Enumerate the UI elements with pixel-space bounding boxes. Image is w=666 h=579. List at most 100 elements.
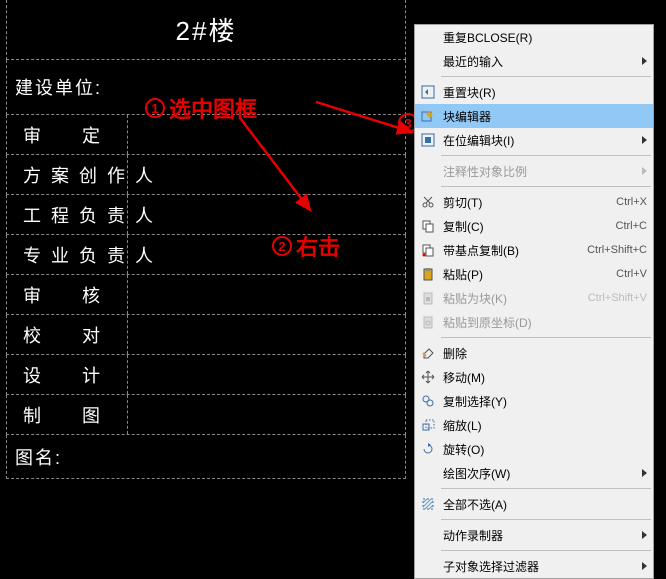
row-label-7: 制 图 bbox=[7, 402, 127, 428]
inplace-icon bbox=[419, 132, 437, 148]
menu-separator bbox=[441, 488, 651, 489]
chevron-right-icon bbox=[642, 562, 647, 570]
blank-icon bbox=[419, 53, 437, 69]
menu-item-label: 重复BCLOSE(R) bbox=[443, 29, 647, 46]
menu-item-label: 剪切(T) bbox=[443, 194, 606, 211]
pasteorig-icon bbox=[419, 314, 437, 330]
menu-item-label: 动作录制器 bbox=[443, 527, 636, 544]
pasteblock-icon bbox=[419, 290, 437, 306]
menu-item-1[interactable]: 最近的输入 bbox=[415, 49, 653, 73]
menu-item-label: 注释性对象比例 bbox=[443, 163, 636, 180]
chevron-right-icon bbox=[642, 57, 647, 65]
menu-item-18[interactable]: 复制选择(Y) bbox=[415, 389, 653, 413]
menu-item-shortcut: Ctrl+Shift+C bbox=[587, 244, 647, 256]
move-icon bbox=[419, 369, 437, 385]
annotation-2-text: 右击 bbox=[296, 230, 340, 262]
menu-item-12[interactable]: 粘贴(P) Ctrl+V bbox=[415, 262, 653, 286]
menu-item-label: 缩放(L) bbox=[443, 417, 647, 434]
menu-item-label: 复制选择(Y) bbox=[443, 393, 647, 410]
menu-item-21[interactable]: 绘图次序(W) bbox=[415, 461, 653, 485]
row-label-4: 审 核 bbox=[7, 282, 127, 308]
title-header: 2#楼 bbox=[6, 0, 406, 60]
menu-item-19[interactable]: 缩放(L) bbox=[415, 413, 653, 437]
badge-2: 2 bbox=[272, 236, 292, 256]
copysel-icon bbox=[419, 393, 437, 409]
row-label-6: 设 计 bbox=[7, 362, 127, 388]
paste-icon bbox=[419, 266, 437, 282]
drawing-title-block[interactable]: 2#楼 建设单位: 审 定 方案创作人 工程负责人 专业负责人 审 核 校 对 bbox=[6, 0, 406, 479]
row-label-1: 方案创作人 bbox=[7, 162, 127, 188]
blockedit-icon bbox=[419, 108, 437, 124]
menu-item-shortcut: Ctrl+V bbox=[616, 268, 647, 280]
menu-item-label: 子对象选择过滤器 bbox=[443, 558, 636, 575]
menu-item-label: 块编辑器 bbox=[443, 108, 647, 125]
menu-item-3[interactable]: 重置块(R) bbox=[415, 80, 653, 104]
menu-item-label: 旋转(O) bbox=[443, 441, 647, 458]
menu-item-9[interactable]: 剪切(T) Ctrl+X bbox=[415, 190, 653, 214]
menu-item-20[interactable]: 旋转(O) bbox=[415, 437, 653, 461]
erase-icon bbox=[419, 345, 437, 361]
cad-canvas[interactable]: 2#楼 建设单位: 审 定 方案创作人 工程负责人 专业负责人 审 核 校 对 bbox=[0, 0, 666, 500]
blank-icon bbox=[419, 558, 437, 574]
rotate-icon bbox=[419, 441, 437, 457]
menu-item-10[interactable]: 复制(C) Ctrl+C bbox=[415, 214, 653, 238]
scale-icon bbox=[419, 417, 437, 433]
menu-item-11[interactable]: 带基点复制(B) Ctrl+Shift+C bbox=[415, 238, 653, 262]
copy-icon bbox=[419, 218, 437, 234]
deselect-icon bbox=[419, 496, 437, 512]
row-label-3: 专业负责人 bbox=[7, 242, 127, 268]
chevron-right-icon bbox=[642, 136, 647, 144]
menu-item-label: 全部不选(A) bbox=[443, 496, 647, 513]
menu-item-13: 粘贴为块(K) Ctrl+Shift+V bbox=[415, 286, 653, 310]
menu-item-label: 移动(M) bbox=[443, 369, 647, 386]
menu-separator bbox=[441, 550, 651, 551]
menu-item-label: 粘贴到原坐标(D) bbox=[443, 314, 647, 331]
menu-item-25[interactable]: 动作录制器 bbox=[415, 523, 653, 547]
menu-separator bbox=[441, 337, 651, 338]
menu-item-4[interactable]: 块编辑器 bbox=[415, 104, 653, 128]
copybase-icon bbox=[419, 242, 437, 258]
annotation-1: 1 选中图框 bbox=[145, 92, 257, 124]
blank-icon bbox=[419, 465, 437, 481]
chevron-right-icon bbox=[642, 531, 647, 539]
blank-icon bbox=[419, 527, 437, 543]
row-label-5: 校 对 bbox=[7, 322, 127, 348]
menu-separator bbox=[441, 155, 651, 156]
menu-item-label: 重置块(R) bbox=[443, 84, 647, 101]
menu-item-shortcut: Ctrl+C bbox=[616, 220, 647, 232]
reset-icon bbox=[419, 84, 437, 100]
blank-icon bbox=[419, 29, 437, 45]
menu-item-label: 带基点复制(B) bbox=[443, 242, 577, 259]
menu-item-17[interactable]: 移动(M) bbox=[415, 365, 653, 389]
annotation-2: 2 右击 bbox=[272, 230, 340, 262]
menu-item-shortcut: Ctrl+Shift+V bbox=[588, 292, 647, 304]
chevron-right-icon bbox=[642, 469, 647, 477]
menu-separator bbox=[441, 186, 651, 187]
menu-item-label: 绘图次序(W) bbox=[443, 465, 636, 482]
row-label-0: 审 定 bbox=[7, 122, 127, 148]
menu-item-7: 注释性对象比例 bbox=[415, 159, 653, 183]
menu-item-label: 最近的输入 bbox=[443, 53, 636, 70]
menu-item-0[interactable]: 重复BCLOSE(R) bbox=[415, 25, 653, 49]
menu-item-5[interactable]: 在位编辑块(I) bbox=[415, 128, 653, 152]
row-label-2: 工程负责人 bbox=[7, 202, 127, 228]
unit-label: 建设单位: bbox=[7, 74, 110, 100]
cut-icon bbox=[419, 194, 437, 210]
menu-item-label: 粘贴(P) bbox=[443, 266, 606, 283]
menu-item-label: 删除 bbox=[443, 345, 647, 362]
menu-separator bbox=[441, 519, 651, 520]
menu-item-16[interactable]: 删除 bbox=[415, 341, 653, 365]
chevron-right-icon bbox=[642, 167, 647, 175]
menu-separator bbox=[441, 76, 651, 77]
menu-item-label: 粘贴为块(K) bbox=[443, 290, 578, 307]
menu-item-label: 在位编辑块(I) bbox=[443, 132, 636, 149]
menu-item-shortcut: Ctrl+X bbox=[616, 196, 647, 208]
badge-1: 1 bbox=[145, 98, 165, 118]
footer-label: 图名: bbox=[7, 444, 70, 470]
menu-item-label: 复制(C) bbox=[443, 218, 606, 235]
menu-item-27[interactable]: 子对象选择过滤器 bbox=[415, 554, 653, 578]
blank-icon bbox=[419, 163, 437, 179]
menu-item-23[interactable]: 全部不选(A) bbox=[415, 492, 653, 516]
menu-item-14: 粘贴到原坐标(D) bbox=[415, 310, 653, 334]
annotation-1-text: 选中图框 bbox=[169, 92, 257, 124]
